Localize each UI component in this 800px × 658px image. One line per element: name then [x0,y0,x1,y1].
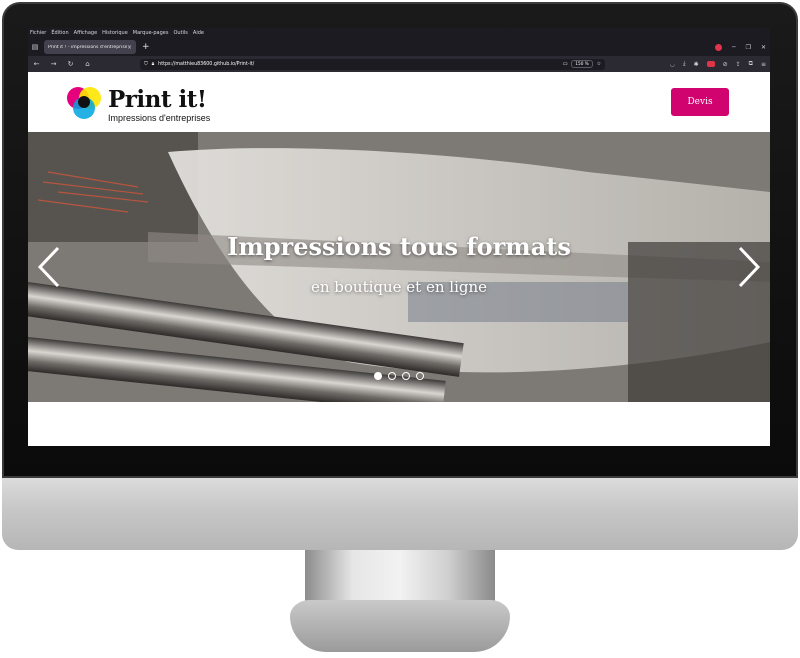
forward-icon[interactable]: → [49,60,58,68]
browser-navbar: ← → ↻ ⌂ ⛉ 🔒︎ https://matthieu83600.githu… [28,56,770,72]
close-tab-icon[interactable]: × [127,44,132,51]
menu-view[interactable]: Affichage [74,28,98,38]
printing-press-image [28,132,770,402]
account-icon[interactable] [714,43,722,51]
site-header: Print it! Impressions d'entreprises Devi… [28,72,770,132]
toolbar-icons: ◡ ⤓ ✱ ⊘ ⇪ ⧉ ≡ [670,60,766,68]
tab-list-icon[interactable]: ▤ [28,38,42,56]
menu-tools[interactable]: Outils [173,28,187,38]
extensions-icon[interactable]: ✱ [694,61,699,68]
back-icon[interactable]: ← [32,60,41,68]
menu-history[interactable]: Historique [102,28,128,38]
monitor-chin [2,478,798,550]
brand-name[interactable]: Print it! [108,86,207,113]
pocket-icon[interactable]: ◡ [670,61,675,68]
menu-edit[interactable]: Édition [51,28,68,38]
screen: Fichier Édition Affichage Historique Mar… [28,28,770,446]
downloads-icon[interactable]: ⤓ [683,60,686,68]
extension-badge-icon[interactable] [706,61,715,67]
carousel-dot[interactable] [388,372,396,380]
carousel-dot[interactable] [374,372,382,380]
browser-tabbar: ▤ Print it ! - impressions d'entreprises… [28,38,770,56]
ublock-icon[interactable]: ⊘ [723,61,728,68]
share-icon[interactable]: ⇪ [736,61,741,68]
carousel-dot[interactable] [402,372,410,380]
monitor-stand-base [290,600,510,652]
hero-subtitle: en boutique et en ligne [310,278,488,296]
carousel-next-arrow-icon[interactable] [734,244,764,290]
close-window-icon[interactable]: ✕ [761,44,766,51]
hamburger-menu-icon[interactable]: ≡ [761,61,766,68]
brand-tagline: Impressions d'entreprises [108,113,211,123]
window-controls: ─ ❐ ✕ [714,38,766,56]
reload-icon[interactable]: ↻ [66,60,75,68]
browser-menubar: Fichier Édition Affichage Historique Mar… [28,28,770,38]
hero-title: Impressions tous formats [227,232,571,261]
restore-icon[interactable]: ❐ [746,44,751,51]
url-text[interactable]: https://matthieu83600.github.io/Print-it… [158,62,559,67]
menu-bookmarks[interactable]: Marque-pages [133,28,169,38]
shield-icon[interactable]: ⛉ [144,61,148,67]
zoom-level[interactable]: 150 % [571,60,593,68]
carousel-dot[interactable] [416,372,424,380]
minimize-icon[interactable]: ─ [732,44,736,51]
carousel-prev-arrow-icon[interactable] [34,244,64,290]
home-icon[interactable]: ⌂ [83,60,92,68]
puzzle-icon[interactable]: ⧉ [749,60,753,68]
logo-cmy-circles-icon[interactable] [64,83,104,123]
new-tab-icon[interactable]: + [142,38,150,56]
tab-title: Print it ! - impressions d'entreprises [48,44,127,50]
carousel-dots [374,372,424,380]
menu-file[interactable]: Fichier [30,28,46,38]
web-page: Print it! Impressions d'entreprises Devi… [28,72,770,446]
reader-view-icon[interactable]: ▭ [563,62,568,67]
address-bar[interactable]: ⛉ 🔒︎ https://matthieu83600.github.io/Pri… [140,58,605,70]
lock-icon[interactable]: 🔒︎ [152,61,155,67]
bookmark-star-icon[interactable]: ☆ [597,62,601,67]
browser-tab[interactable]: Print it ! - impressions d'entreprises × [44,40,136,54]
menu-help[interactable]: Aide [193,28,204,38]
hero-carousel: Impressions tous formats en boutique et … [28,132,770,402]
devis-button[interactable]: Devis [671,88,729,116]
